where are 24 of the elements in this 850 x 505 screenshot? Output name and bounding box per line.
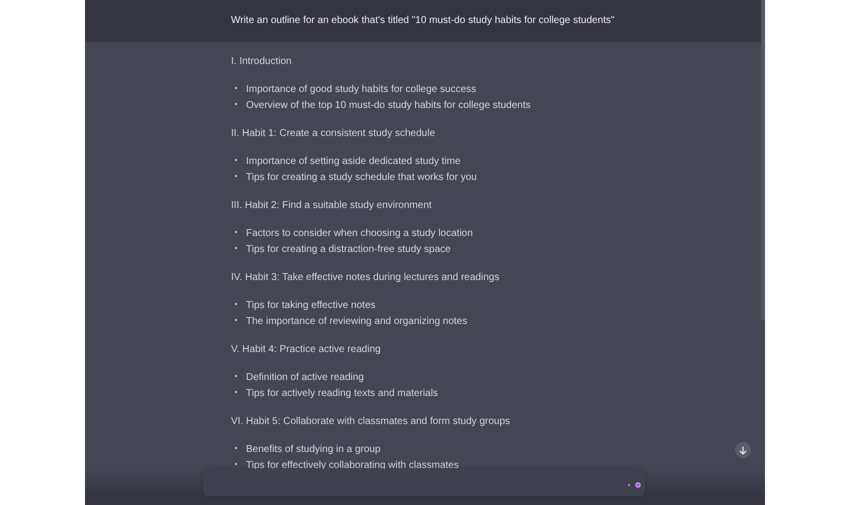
outline-bullet: Factors to consider when choosing a study location <box>246 227 473 241</box>
outline-bullet: Importance of good study habits for college success <box>246 83 476 97</box>
scrollbar[interactable] <box>761 0 765 320</box>
outline-bullet: Tips for creating a study schedule that works for you <box>246 171 477 185</box>
outline-heading: III. Habit 2: Find a suitable study environment <box>231 199 433 213</box>
outline-bullet: Tips for taking effective notes <box>246 299 376 313</box>
outline-bullet: Tips for actively reading texts and materials <box>246 387 438 401</box>
message-input[interactable] <box>203 469 645 496</box>
scroll-down-button[interactable] <box>735 442 751 458</box>
outline-heading: II. Habit 1: Create a consistent study schedule <box>231 127 436 141</box>
typing-indicator-icon <box>626 481 642 489</box>
outline-bullet: Benefits of studying in a group <box>246 443 381 457</box>
outline-heading: VI. Habit 5: Collaborate with classmates and form study groups <box>231 415 512 429</box>
outline-bullet: Tips for effectively collaborating with classmates <box>246 459 459 473</box>
outline-heading: I. Introduction <box>231 55 293 69</box>
prompt-text: Write an outline for an ebook that's titled "10 must-do study habits for college students" <box>231 15 614 26</box>
outline-bullet: The importance of reviewing and organizing notes <box>246 315 468 329</box>
outline-bullet: Tips for creating a distraction-free study space <box>246 243 451 257</box>
outline-bullet: Definition of active reading <box>246 371 364 385</box>
arrow-down-icon <box>739 446 747 454</box>
outline-bullet: Importance of setting aside dedicated study time <box>246 155 461 169</box>
outline-bullet: Overview of the top 10 must-do study habits for college students <box>246 99 531 113</box>
outline-heading: IV. Habit 3: Take effective notes during lectures and readings <box>231 271 500 285</box>
outline-heading: V. Habit 4: Practice active reading <box>231 343 382 357</box>
